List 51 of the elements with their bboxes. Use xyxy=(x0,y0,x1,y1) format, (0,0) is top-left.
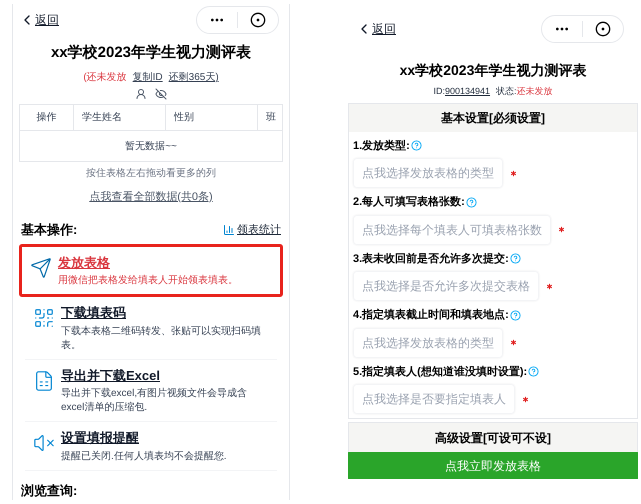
status-text: (还未发放 xyxy=(83,70,127,85)
section-heading: 浏览查询: xyxy=(20,482,78,500)
field-label: 4.指定填表截止时间和填表地点: xyxy=(353,308,509,323)
action-item[interactable]: 导出并下载Excel 导出并下载excel,有图片视频文件会导成含excel清单的压缩包. xyxy=(25,360,277,422)
action-description: 下载本表格二维码转发、张贴可以实现扫码填表。 xyxy=(61,324,262,352)
help-icon[interactable] xyxy=(528,366,540,378)
action-description: 导出并下载excel,有图片视频文件会导成含excel清单的压缩包. xyxy=(61,387,248,415)
send-icon xyxy=(30,256,52,278)
column-header: 班 xyxy=(266,110,276,125)
back-link[interactable]: 返回 xyxy=(19,10,59,29)
view-all-link[interactable]: 点我查看全部数据(共0条) xyxy=(89,191,213,203)
column-header: 性别 xyxy=(174,110,194,125)
column-header: 学生姓名 xyxy=(82,110,122,125)
field-label: 5.指定填表人(想知道谁没填时设置): xyxy=(353,364,528,380)
help-icon[interactable] xyxy=(510,310,521,321)
form-title: xx学校2023年学生视力测评表 xyxy=(398,61,588,80)
mute-icon xyxy=(33,432,55,454)
action-title: 设置填报提醒 xyxy=(61,429,140,447)
copy-id-link[interactable]: 复制ID xyxy=(132,70,163,85)
empty-table-text: 暂无数据~~ xyxy=(125,140,177,154)
action-item[interactable]: 发放表格 用微信把表格发给填表人开始领表填表。 xyxy=(19,244,283,297)
form-id-text: ID:900134941 xyxy=(433,85,490,98)
panel-header: 基本设置[必须设置] xyxy=(349,104,637,132)
back-link[interactable]: 返回 xyxy=(356,20,396,38)
action-item[interactable]: 设置填报提醒 提醒已关闭.任何人填表均不会提醒您. xyxy=(25,422,277,470)
close-target-icon[interactable] xyxy=(250,12,266,28)
help-icon[interactable] xyxy=(410,140,422,152)
field-label: 3.表未收回前是否允许多次提交: xyxy=(353,252,509,266)
action-title: 下载填表码 xyxy=(61,304,127,322)
field-label: 2.每人可填写表格张数: xyxy=(353,194,465,210)
action-description: 用微信把表格发给填表人开始领表填表。 xyxy=(58,274,239,288)
action-title: 导出并下载Excel xyxy=(61,366,161,384)
close-target-icon[interactable] xyxy=(595,21,611,37)
stats-link[interactable]: 领表统计 xyxy=(223,222,281,238)
action-title: 发放表格 xyxy=(58,254,111,272)
user-icon[interactable] xyxy=(135,88,147,100)
form-state-text: 状态:还未发放 xyxy=(496,85,553,98)
chart-icon xyxy=(223,224,235,236)
eye-off-icon[interactable] xyxy=(155,88,167,100)
field-label: 1.发放类型: xyxy=(353,138,410,154)
qr-icon xyxy=(33,307,55,329)
action-item[interactable]: 下载填表码 下载本表格二维码转发、张贴可以实现扫码填表。 xyxy=(25,297,277,360)
action-description: 提醒已关闭.任何人填表均不会提醒您. xyxy=(61,450,228,464)
help-icon[interactable] xyxy=(466,196,477,208)
help-icon[interactable] xyxy=(510,253,521,264)
days-remaining-text: 还剩365天) xyxy=(168,71,219,85)
section-heading: 基本操作: xyxy=(21,221,78,239)
form-title: xx学校2023年学生视力测评表 xyxy=(50,42,252,62)
column-header: 操作 xyxy=(36,111,56,125)
panel-header: 高级设置[可设可不设] xyxy=(435,430,551,447)
scroll-hint: 按住表格左右拖动看更多的列 xyxy=(85,166,217,181)
